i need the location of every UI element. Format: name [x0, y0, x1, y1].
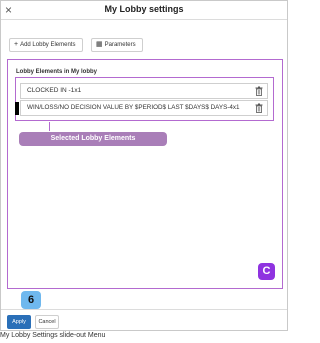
list-item[interactable]: WIN/LOSS/NO DECISION VALUE BY $PERIOD$ L…: [15, 100, 268, 116]
selected-elements-list: CLOCKED IN -1x1 WIN/LOSS/NO DECISION VAL…: [15, 77, 274, 121]
drag-handle-icon[interactable]: [15, 102, 19, 115]
trash-icon[interactable]: [255, 103, 263, 113]
parameters-button[interactable]: ▦ Parameters: [91, 38, 143, 52]
parameters-icon: ▦: [96, 41, 103, 48]
list-item-label: CLOCKED IN -1x1: [27, 87, 82, 94]
selected-elements-callout: Selected Lobby Elements: [19, 132, 167, 146]
trash-icon[interactable]: [255, 86, 263, 96]
panel-header: × My Lobby settings: [1, 1, 287, 20]
callout-pointer: [49, 122, 50, 131]
step-number-badge: 6: [21, 291, 41, 309]
lobby-elements-heading: Lobby Elements in My lobby: [16, 69, 98, 75]
cancel-button[interactable]: Cancel: [35, 315, 59, 329]
lobby-settings-panel: × My Lobby settings + Add Lobby Elements …: [0, 0, 288, 331]
add-lobby-elements-button[interactable]: + Add Lobby Elements: [9, 38, 83, 52]
figure-caption: My Lobby Settings slide-out Menu: [0, 332, 106, 339]
annotation-badge-c: C: [258, 263, 275, 280]
list-item-label: WIN/LOSS/NO DECISION VALUE BY $PERIOD$ L…: [27, 104, 240, 111]
list-item[interactable]: CLOCKED IN -1x1: [20, 83, 268, 99]
panel-title: My Lobby settings: [104, 4, 184, 14]
apply-button[interactable]: Apply: [7, 315, 31, 329]
lobby-elements-section: Lobby Elements in My lobby CLOCKED IN -1…: [7, 59, 283, 289]
add-lobby-elements-label: Add Lobby Elements: [20, 42, 76, 48]
plus-icon: +: [14, 41, 19, 48]
footer-divider: [1, 309, 287, 310]
parameters-label: Parameters: [104, 42, 136, 48]
